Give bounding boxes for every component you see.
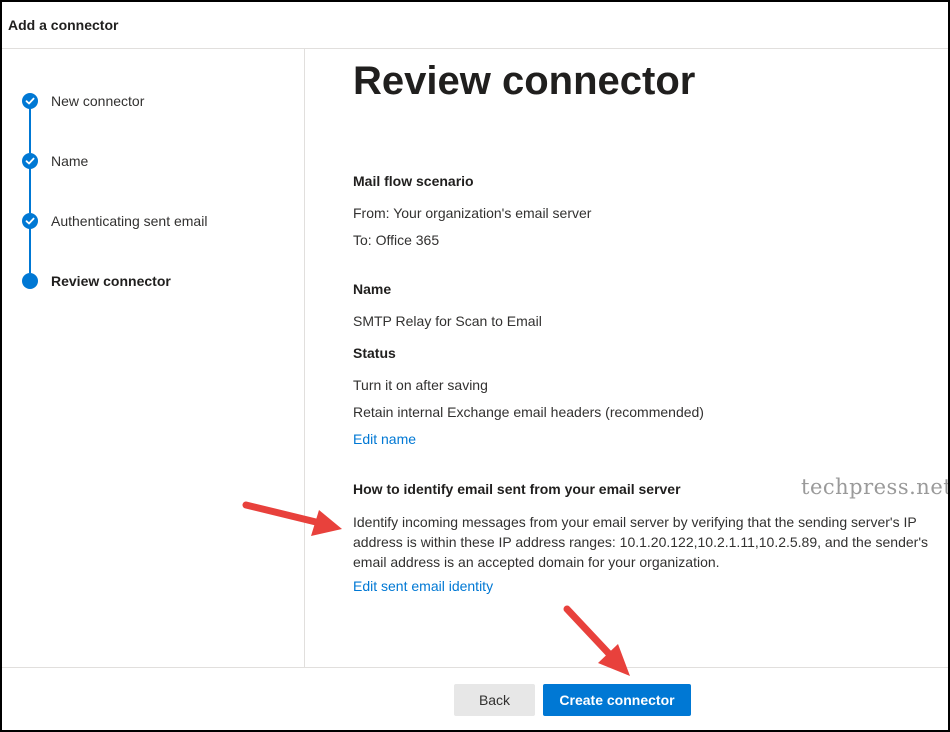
wizard-step-name[interactable]: Name: [22, 149, 88, 173]
step-connector-line: [29, 228, 31, 273]
mail-flow-section-title: Mail flow scenario: [353, 173, 474, 189]
back-button[interactable]: Back: [454, 684, 535, 716]
wizard-steps-sidebar: New connector Name Authenticating sent e…: [2, 49, 305, 667]
step-connector-line: [29, 108, 31, 153]
edit-name-link[interactable]: Edit name: [353, 431, 416, 447]
mail-flow-to: To: Office 365: [353, 232, 440, 248]
filled-circle-icon: [22, 273, 38, 289]
review-content: Review connector Mail flow scenario From…: [305, 49, 948, 667]
step-connector-line: [29, 168, 31, 213]
add-connector-dialog: Add a connector New connector Name Authe…: [0, 0, 950, 732]
checkmark-icon: [22, 153, 38, 169]
dialog-titlebar: Add a connector: [2, 2, 948, 49]
create-connector-button[interactable]: Create connector: [543, 684, 691, 716]
wizard-step-label: Authenticating sent email: [51, 213, 208, 229]
status-line-1: Turn it on after saving: [353, 377, 488, 393]
identify-section-title: How to identify email sent from your ema…: [353, 481, 681, 497]
edit-sent-email-identity-link[interactable]: Edit sent email identity: [353, 578, 493, 594]
wizard-step-review-connector[interactable]: Review connector: [22, 269, 171, 293]
checkmark-icon: [22, 93, 38, 109]
connector-name-value: SMTP Relay for Scan to Email: [353, 313, 542, 329]
status-line-2: Retain internal Exchange email headers (…: [353, 404, 704, 420]
dialog-title: Add a connector: [8, 17, 119, 33]
wizard-step-label: New connector: [51, 93, 145, 109]
mail-flow-from: From: Your organization's email server: [353, 205, 592, 221]
dialog-footer: Back Create connector: [2, 667, 948, 730]
status-section-title: Status: [353, 345, 396, 361]
name-section-title: Name: [353, 281, 392, 297]
wizard-step-authenticating-sent-email[interactable]: Authenticating sent email: [22, 209, 207, 233]
checkmark-icon: [22, 213, 38, 229]
page-title: Review connector: [353, 59, 696, 103]
watermark: techpress.net: [801, 475, 950, 499]
wizard-step-new-connector[interactable]: New connector: [22, 89, 144, 113]
wizard-step-label: Name: [51, 153, 89, 169]
identify-description: Identify incoming messages from your ema…: [353, 514, 928, 570]
wizard-step-label: Review connector: [51, 273, 171, 289]
